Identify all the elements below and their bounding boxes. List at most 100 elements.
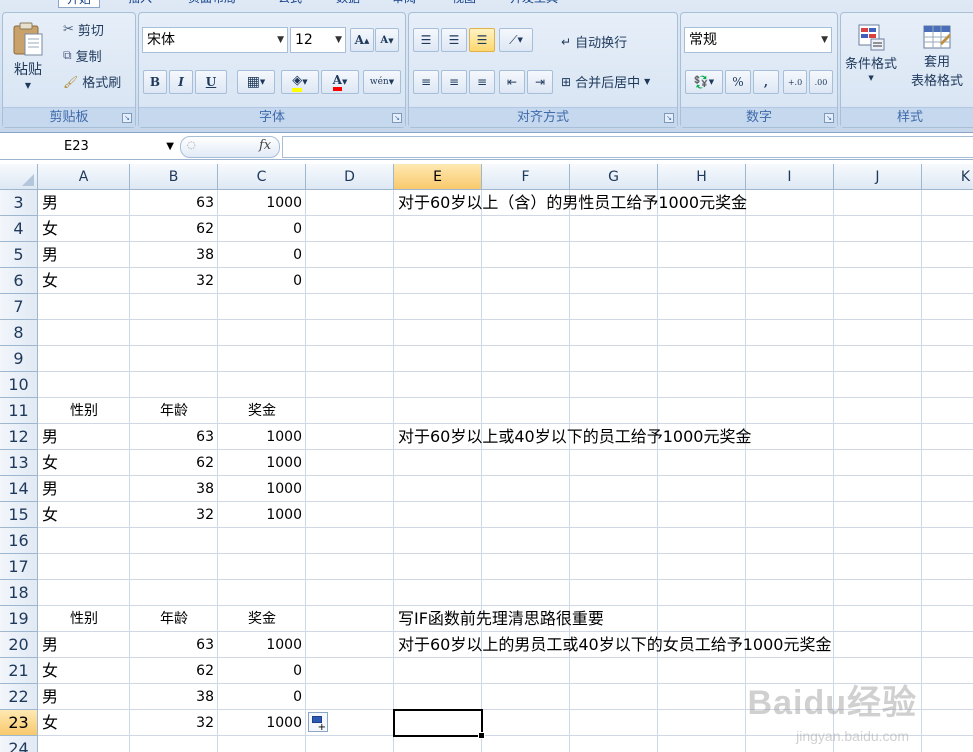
cell-a22[interactable]: 男 [38, 684, 130, 710]
grow-font-button[interactable]: A ▲ [350, 28, 374, 52]
tab-review[interactable]: 审阅 [392, 0, 416, 8]
row-header-4[interactable]: 4 [0, 216, 38, 242]
bold-button[interactable]: B [143, 70, 167, 94]
column-header-f[interactable]: F [482, 164, 570, 190]
cut-button[interactable]: ✂ 剪切 [63, 20, 104, 39]
column-header-i[interactable]: I [746, 164, 834, 190]
cell-b21[interactable]: 62 [130, 658, 218, 684]
cell-b19[interactable]: 年龄 [130, 606, 218, 632]
cell-a21[interactable]: 女 [38, 658, 130, 684]
conditional-formatting-button[interactable]: 条件格式 ▼ [845, 23, 897, 82]
active-cell-cursor[interactable] [393, 709, 485, 739]
row-header-14[interactable]: 14 [0, 476, 38, 502]
tab-formulas[interactable]: 公式 [278, 0, 302, 8]
row-header-21[interactable]: 21 [0, 658, 38, 684]
cell-a19[interactable]: 性别 [38, 606, 130, 632]
row-header-8[interactable]: 8 [0, 320, 38, 346]
row-header-17[interactable]: 17 [0, 554, 38, 580]
column-header-c[interactable]: C [218, 164, 306, 190]
orientation-button[interactable]: ⟋ ▼ [499, 28, 533, 52]
font-dialog-launcher[interactable]: ↘ [392, 113, 402, 123]
row-header-18[interactable]: 18 [0, 580, 38, 606]
worksheet-grid[interactable]: ABCDEFGHIJK 3 4 5 6 7 8 9 10 11 12 13 14 15 16 17 18 19 2… [0, 164, 973, 752]
cell-e3[interactable]: 对于60岁以上（含）的男性员工给予1000元奖金 [394, 190, 747, 216]
cell-c5[interactable]: 0 [218, 242, 306, 268]
number-format-combobox[interactable]: 常规 ▼ [684, 27, 832, 53]
align-middle-button[interactable]: ☰ [441, 28, 467, 52]
cell-c21[interactable]: 0 [218, 658, 306, 684]
name-box[interactable]: E23 ▼ [0, 136, 178, 158]
cell-e19[interactable]: 写IF函数前先理清思路很重要 [394, 606, 604, 632]
cell-a6[interactable]: 女 [38, 268, 130, 294]
row-header-15[interactable]: 15 [0, 502, 38, 528]
row-header-12[interactable]: 12 [0, 424, 38, 450]
auto-fill-options-icon[interactable]: + [308, 712, 328, 733]
cell-b11[interactable]: 年龄 [130, 398, 218, 424]
row-header-3[interactable]: 3 [0, 190, 38, 216]
cell-b23[interactable]: 32 [130, 710, 218, 736]
font-size-combobox[interactable]: 12 ▼ [290, 27, 346, 53]
cell-c20[interactable]: 1000 [218, 632, 306, 658]
wrap-text-button[interactable]: ↵ 自动换行 [561, 32, 627, 52]
decrease-decimal-button[interactable]: .00 [809, 70, 833, 94]
borders-button[interactable]: ▦ ▼ [237, 70, 275, 94]
font-name-combobox[interactable]: 宋体 ▼ [142, 27, 288, 53]
column-header-g[interactable]: G [570, 164, 658, 190]
cell-a5[interactable]: 男 [38, 242, 130, 268]
tab-view[interactable]: 视图 [452, 0, 476, 8]
cell-c11[interactable]: 奖金 [218, 398, 306, 424]
cell-c14[interactable]: 1000 [218, 476, 306, 502]
merge-center-button[interactable]: ⊞ 合并后居中 ▼ [561, 72, 650, 92]
column-header-d[interactable]: D [306, 164, 394, 190]
tab-data[interactable]: 数据 [336, 0, 360, 8]
tab-home[interactable]: 开始 [58, 0, 101, 8]
format-painter-button[interactable]: 🖌 格式刷 [63, 72, 121, 92]
align-center-button[interactable]: ≡ [441, 70, 467, 94]
align-bottom-button[interactable]: ☰ [469, 28, 495, 52]
copy-button[interactable]: ⧉ 复制 [63, 46, 102, 65]
column-header-a[interactable]: A [38, 164, 130, 190]
cell-c12[interactable]: 1000 [218, 424, 306, 450]
cell-a11[interactable]: 性别 [38, 398, 130, 424]
column-header-j[interactable]: J [834, 164, 922, 190]
paste-button[interactable]: 粘贴 ▼ [11, 21, 45, 90]
increase-decimal-button[interactable]: +.0 [783, 70, 807, 94]
align-right-button[interactable]: ≡ [469, 70, 495, 94]
fill-color-button[interactable]: ◈ ▼ [281, 70, 319, 94]
cell-c22[interactable]: 0 [218, 684, 306, 710]
shrink-font-button[interactable]: A ▼ [375, 28, 399, 52]
column-header-b[interactable]: B [130, 164, 218, 190]
decrease-indent-button[interactable]: ⇤ [499, 70, 525, 94]
row-header-9[interactable]: 9 [0, 346, 38, 372]
cell-a15[interactable]: 女 [38, 502, 130, 528]
cell-a23[interactable]: 女 [38, 710, 130, 736]
row-header-13[interactable]: 13 [0, 450, 38, 476]
cell-c3[interactable]: 1000 [218, 190, 306, 216]
comma-style-button[interactable]: , [753, 70, 779, 94]
number-dialog-launcher[interactable]: ↘ [824, 113, 834, 123]
cell-b5[interactable]: 38 [130, 242, 218, 268]
cell-b4[interactable]: 62 [130, 216, 218, 242]
increase-indent-button[interactable]: ⇥ [527, 70, 553, 94]
row-header-20[interactable]: 20 [0, 632, 38, 658]
percent-button[interactable]: % [725, 70, 751, 94]
cell-a4[interactable]: 女 [38, 216, 130, 242]
cell-e20[interactable]: 对于60岁以上的男员工或40岁以下的女员工给予1000元奖金 [394, 632, 831, 658]
row-header-6[interactable]: 6 [0, 268, 38, 294]
row-header-19[interactable]: 19 [0, 606, 38, 632]
row-header-10[interactable]: 10 [0, 372, 38, 398]
cell-c6[interactable]: 0 [218, 268, 306, 294]
row-header-16[interactable]: 16 [0, 528, 38, 554]
cell-b15[interactable]: 32 [130, 502, 218, 528]
cell-c23[interactable]: 1000 [218, 710, 306, 736]
cell-b14[interactable]: 38 [130, 476, 218, 502]
tab-insert[interactable]: 插入 [128, 0, 152, 8]
cell-c15[interactable]: 1000 [218, 502, 306, 528]
insert-function-button[interactable]: fx [259, 138, 271, 153]
cell-b3[interactable]: 63 [130, 190, 218, 216]
cell-a14[interactable]: 男 [38, 476, 130, 502]
tab-developer[interactable]: 开发工具 [510, 0, 558, 8]
row-header-24[interactable]: 24 [0, 736, 38, 752]
cell-b6[interactable]: 32 [130, 268, 218, 294]
phonetic-guide-button[interactable]: wén ▼ [363, 70, 401, 94]
